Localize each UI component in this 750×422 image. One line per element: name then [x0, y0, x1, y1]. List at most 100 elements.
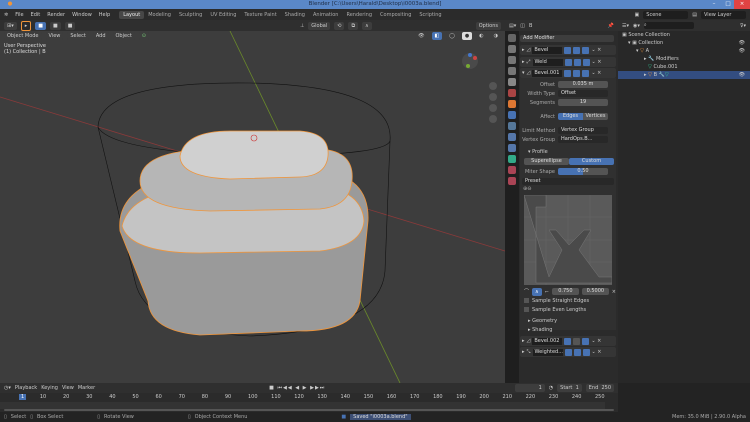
snap-button[interactable]: ⧉	[348, 21, 359, 30]
transform-gizmo-button[interactable]: ⊙	[138, 32, 149, 40]
outliner-item-a[interactable]: ▾ ▽ A 👁	[618, 47, 750, 55]
mode-selector[interactable]: Object Mode	[4, 32, 42, 40]
tab-sculpting[interactable]: Sculpting	[175, 11, 206, 19]
modifier-name[interactable]: Bevel.001	[532, 69, 563, 77]
display-mode-icon[interactable]: ◉▾	[633, 23, 640, 29]
modifier-panel-weld[interactable]: ▸ ⤢ Weld ⌄ ×	[520, 57, 616, 67]
custom-button[interactable]: Custom	[569, 158, 614, 165]
tab-modeling[interactable]: Modeling	[144, 11, 175, 19]
tab-compositing[interactable]: Compositing	[376, 11, 415, 19]
physics-tab-icon[interactable]	[508, 133, 516, 141]
modifier-name[interactable]: Weld	[532, 58, 563, 66]
data-tab-icon[interactable]	[508, 155, 516, 163]
select-mode-extend[interactable]: ■	[49, 21, 61, 30]
viewport-menu-view[interactable]: View	[45, 32, 64, 40]
viewport-menu-object[interactable]: Object	[112, 32, 135, 40]
scene-selector[interactable]: Scene	[643, 10, 689, 19]
limit-method-dropdown[interactable]: Vertex Group	[558, 127, 608, 134]
modifier-panel-bevel-001[interactable]: ▾ ◿ Bevel.001 ⌄ ×	[520, 68, 616, 78]
tab-uv-editing[interactable]: UV Editing	[206, 11, 240, 19]
vertex-group-field[interactable]: HardOps.B...	[558, 136, 608, 143]
add-modifier-button[interactable]: Add Modifier	[520, 35, 614, 42]
width-type-dropdown[interactable]: Offset	[558, 90, 608, 97]
affect-edges-button[interactable]: Edges	[558, 113, 583, 120]
modifier-tab-icon[interactable]	[508, 111, 516, 119]
modifier-panel-weighted-normal[interactable]: ▸ ⤡ Weighted... ⌄ ×	[520, 347, 616, 357]
modifier-name[interactable]: Bevel.002	[532, 337, 563, 345]
outliner-item-scene-collection[interactable]: ▣ Scene Collection	[618, 31, 750, 39]
menu-file[interactable]: File	[15, 12, 23, 18]
timeline-menu-playback[interactable]: Playback	[15, 385, 37, 391]
outliner-editor-type-icon[interactable]: ☰▾	[622, 23, 629, 29]
pin-icon[interactable]: 📌	[608, 23, 614, 29]
current-frame-field[interactable]: 1	[514, 384, 545, 392]
tab-scripting[interactable]: Scripting	[415, 11, 445, 19]
modifier-name[interactable]: Weighted...	[532, 348, 563, 356]
tab-texture-paint[interactable]: Texture Paint	[240, 11, 280, 19]
profile-subpanel[interactable]: Profile	[532, 149, 548, 155]
shading-solid[interactable]: ●	[461, 32, 473, 40]
view-layer-tab-icon[interactable]	[508, 67, 516, 75]
timeline-scrollbar[interactable]	[4, 409, 614, 411]
menu-edit[interactable]: Edit	[31, 12, 41, 18]
render-tab-icon[interactable]	[508, 45, 516, 53]
particles-tab-icon[interactable]	[508, 122, 516, 130]
superellipse-button[interactable]: Superellipse	[524, 158, 569, 165]
shading-rendered[interactable]: ◑	[490, 32, 501, 40]
delete-point-icon[interactable]: ×	[612, 289, 616, 295]
profile-curve-widget[interactable]	[524, 195, 612, 285]
modifier-panel-bevel-002[interactable]: ▸ ◿ Bevel.002 ⌄ ×	[520, 336, 616, 346]
miter-shape-slider[interactable]: 0.50	[558, 168, 608, 175]
orientation-selector[interactable]: Global	[308, 21, 331, 30]
visibility-button[interactable]: 👁	[415, 32, 428, 40]
preset-dropdown[interactable]: Preset	[522, 178, 614, 185]
tab-layout[interactable]: Layout	[119, 10, 145, 19]
menu-render[interactable]: Render	[47, 12, 65, 18]
outliner-item-collection[interactable]: ▾ ▣ Collection 👁	[618, 39, 750, 47]
blender-menu-icon[interactable]: ✲	[4, 12, 8, 18]
world-tab-icon[interactable]	[508, 89, 516, 97]
constraints-tab-icon[interactable]	[508, 144, 516, 152]
handle-free-icon[interactable]: ⌐	[545, 289, 549, 295]
pivot-button[interactable]: ⟲	[334, 21, 345, 30]
modifier-panel-bevel[interactable]: ▸ ◿ Bevel ⌄ ×	[520, 45, 616, 55]
menu-help[interactable]: Help	[99, 12, 110, 18]
modifier-name[interactable]: Bevel	[532, 46, 563, 54]
editor-type-button[interactable]: ⊞▾	[4, 21, 17, 30]
stopwatch-icon[interactable]: ◔	[549, 385, 553, 391]
select-tool-button[interactable]: ▸	[20, 20, 32, 31]
timeline-menu-marker[interactable]: Marker	[78, 385, 95, 391]
scene-tab-icon[interactable]	[508, 78, 516, 86]
tab-rendering[interactable]: Rendering	[342, 11, 376, 19]
timeline-menu-keying[interactable]: Keying	[41, 385, 58, 391]
select-mode-new[interactable]: ■	[35, 21, 46, 30]
viewport-menu-add[interactable]: Add	[92, 32, 109, 40]
close-button[interactable]: ×	[734, 0, 750, 9]
minimize-button[interactable]: –	[708, 0, 720, 9]
options-button[interactable]: Options	[475, 21, 501, 30]
end-frame-field[interactable]: End 250	[585, 384, 614, 392]
outliner-item-cube-001[interactable]: ▽ Cube.001	[618, 63, 750, 71]
object-tab-icon[interactable]	[508, 100, 516, 108]
view-layer-selector[interactable]: View Layer	[701, 10, 746, 19]
segments-field[interactable]: 19	[558, 99, 608, 106]
offset-field[interactable]: 0.035 m	[558, 81, 608, 88]
shading-subpanel[interactable]: Shading	[532, 327, 552, 333]
proportional-edit-button[interactable]: ∧	[362, 21, 372, 30]
select-mode-subtract[interactable]: ■	[64, 21, 76, 30]
maximize-button[interactable]: □	[722, 0, 734, 9]
geometry-subpanel[interactable]: Geometry	[532, 318, 557, 324]
shading-wireframe[interactable]: ◯	[446, 32, 458, 40]
outliner-item-b[interactable]: ▸ ▽ B 🔧▽ 👁	[618, 71, 750, 79]
handle-vector-icon[interactable]: ∧	[532, 287, 542, 296]
curve-y-field[interactable]: 0.5000	[581, 288, 609, 295]
filter-icon[interactable]: ⊽▾	[740, 23, 746, 29]
sample-even-checkbox[interactable]	[524, 307, 529, 312]
tool-tab-icon[interactable]	[508, 34, 516, 42]
handle-auto-icon[interactable]: ⌒	[524, 288, 529, 295]
timeline-track-area[interactable]	[0, 402, 605, 409]
frame-ruler[interactable]: 1 10 20 30 40 50 60 70 80 90 100 110 120 130 140 150 160…	[0, 394, 618, 402]
outliner-item-modifiers[interactable]: ▸ 🔧 Modifiers	[618, 55, 750, 63]
timeline-editor-type-icon[interactable]: ◷▾	[4, 385, 11, 391]
timeline-menu-view[interactable]: View	[62, 385, 74, 391]
